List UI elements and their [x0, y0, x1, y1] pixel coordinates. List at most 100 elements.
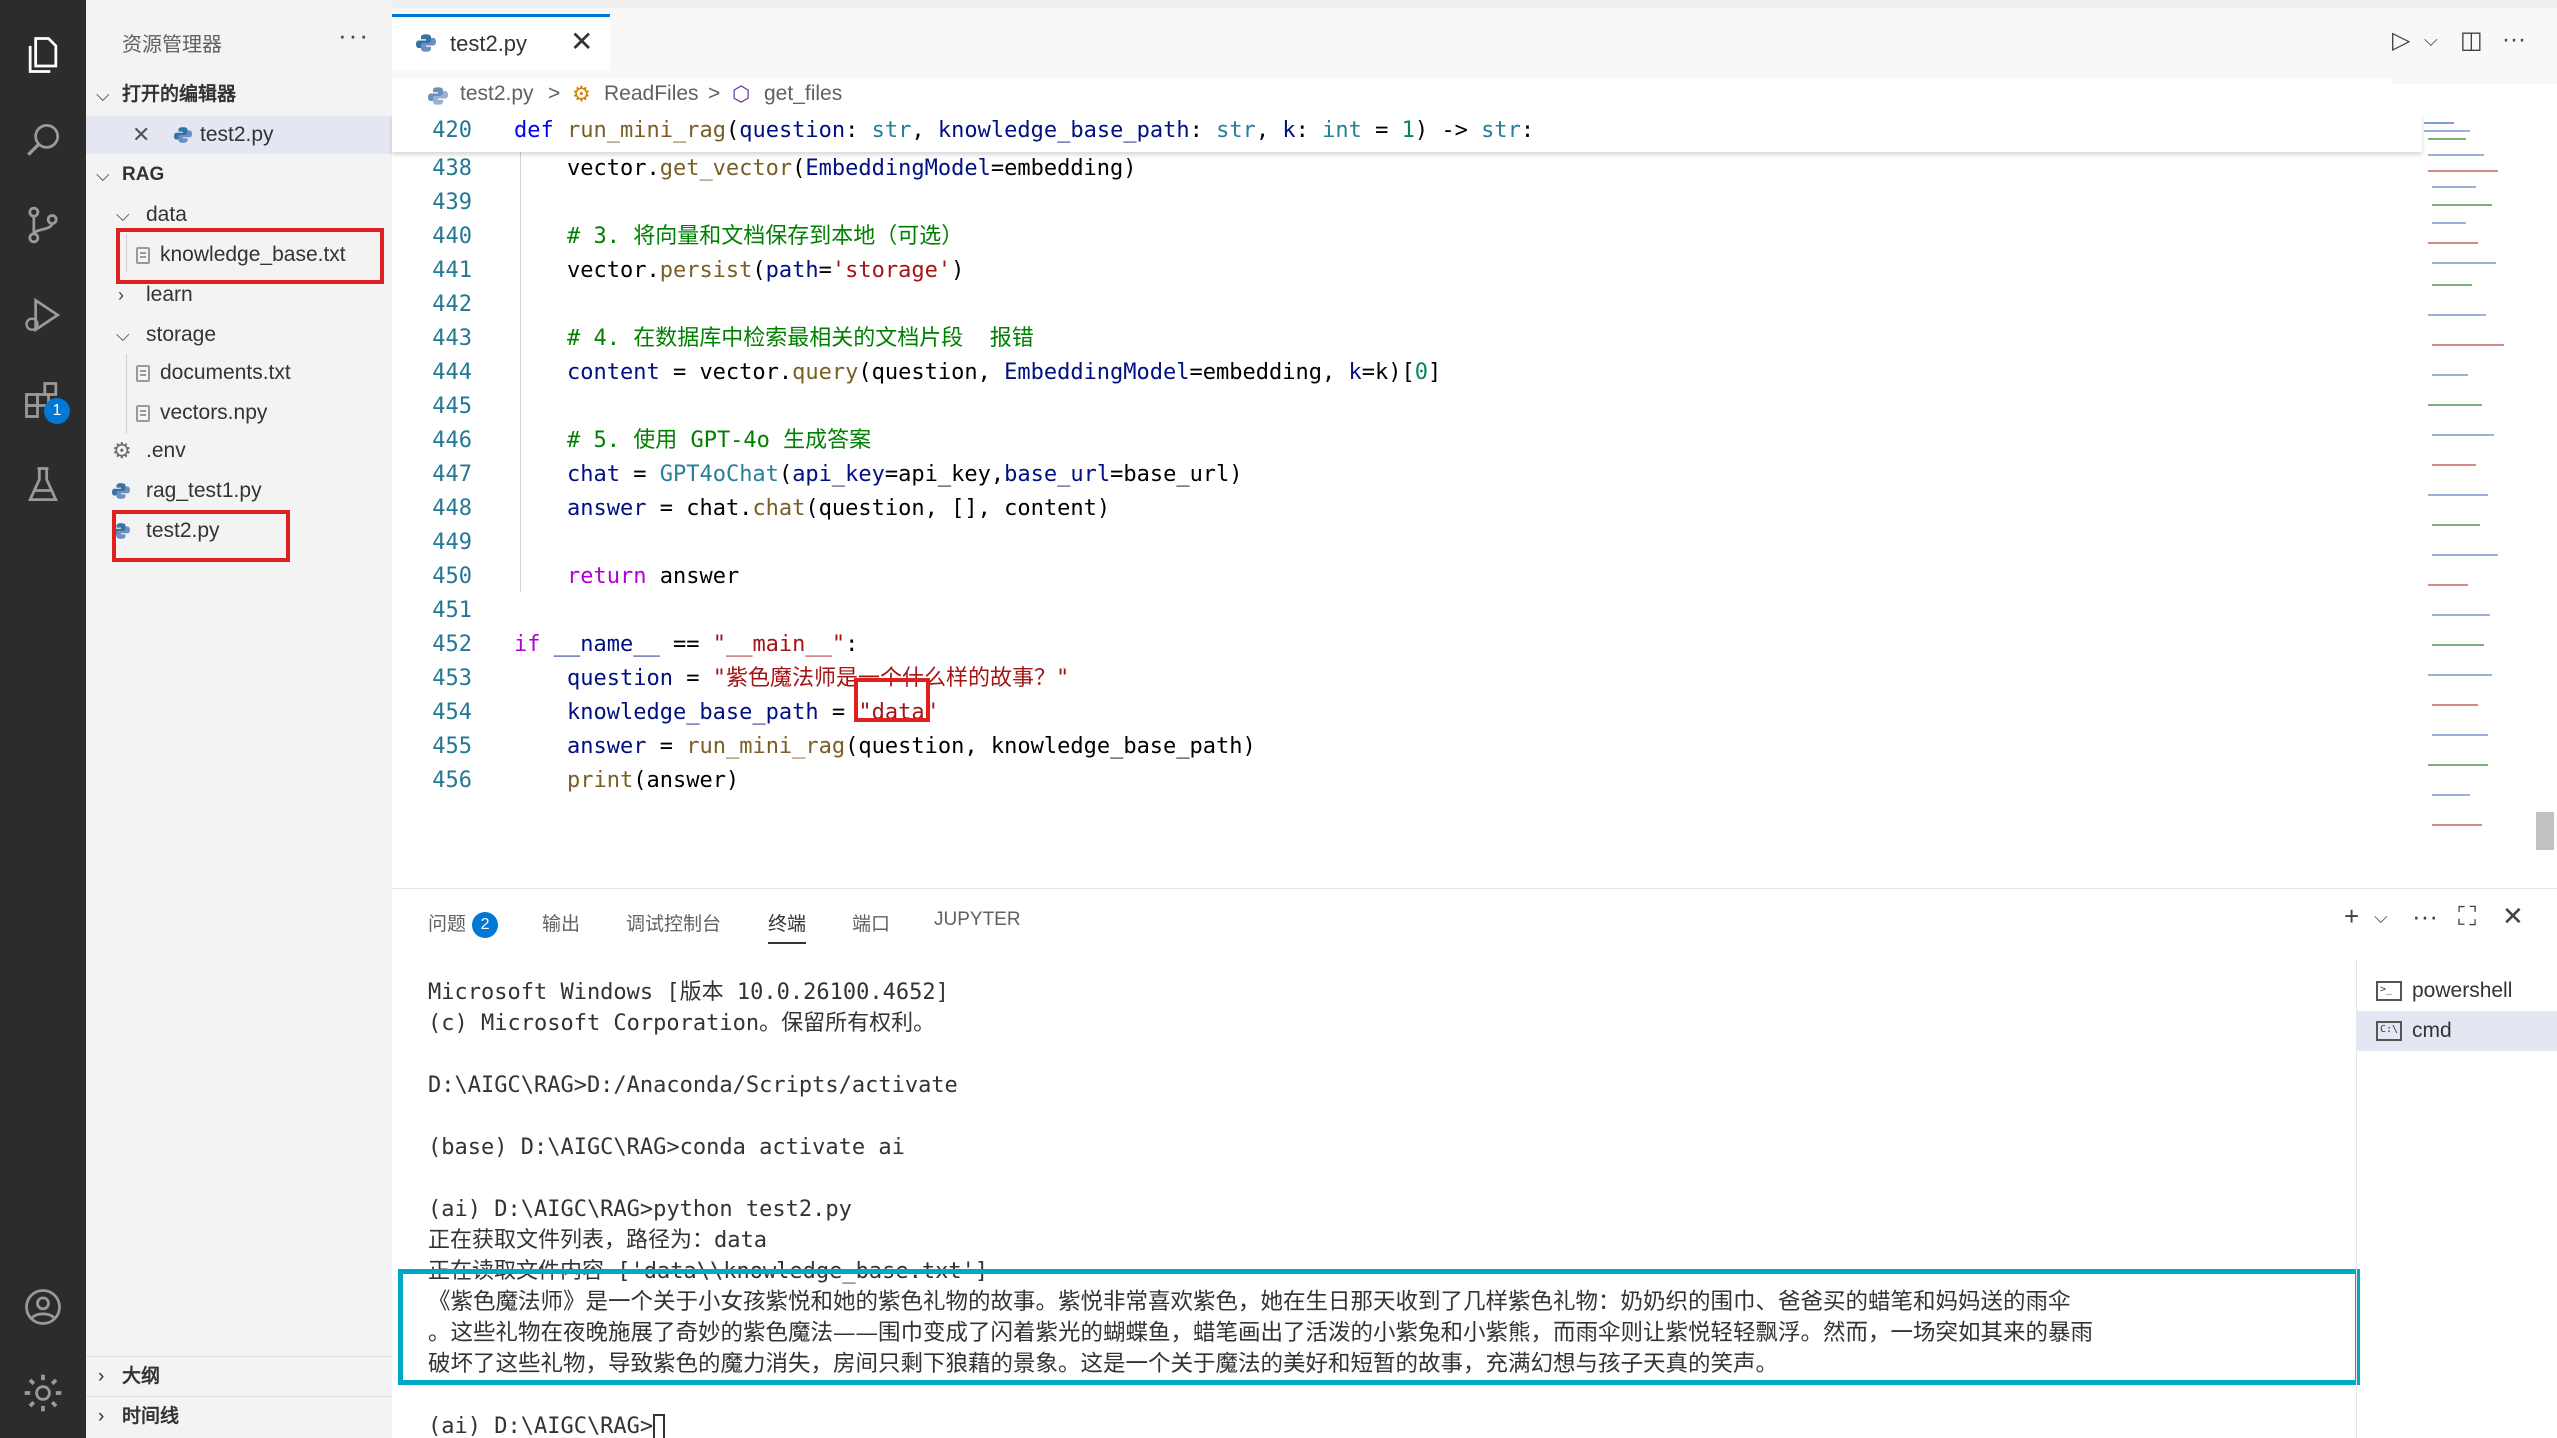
tab-jupyter[interactable]: JUPYTER	[934, 909, 1021, 931]
bottom-panel: 问题 2 输出 调试控制台 终端 端口 JUPYTER + ⌵ ··· ⛶ ✕ M…	[392, 888, 2557, 1438]
code-line: # 3. 将向量和文档保存到本地（可选）	[514, 224, 964, 249]
method-icon: ⬡	[732, 83, 751, 106]
line-number: 451	[432, 598, 472, 623]
terminal-list-powershell[interactable]: >_ powershell	[2356, 971, 2557, 1011]
split-editor-icon[interactable]: ◫	[2460, 26, 2483, 55]
problems-label: 问题	[428, 914, 467, 935]
explorer-icon[interactable]	[18, 30, 68, 80]
run-icon[interactable]: ▷	[2392, 26, 2410, 55]
code-line: chat = GPT4oChat(api_key=api_key,base_ur…	[566, 462, 1243, 487]
tab-label: test2.py	[450, 31, 528, 56]
terminal-name: powershell	[2412, 979, 2513, 1002]
line-number: 440	[432, 224, 472, 249]
highlight-answer-output	[398, 1269, 2360, 1385]
tab-terminal[interactable]: 终端	[768, 909, 807, 944]
line-number: 450	[432, 564, 472, 589]
code-editor[interactable]: 438 vector.get_vector(EmbeddingModel=emb…	[392, 114, 2522, 884]
line-number: 441	[432, 258, 472, 283]
new-terminal-icon[interactable]: +	[2344, 901, 2359, 932]
explorer-more-button[interactable]: ···	[338, 20, 370, 51]
tab-close-icon[interactable]: ✕	[570, 25, 593, 58]
line-number: 448	[432, 496, 472, 521]
code-line: # 5. 使用 GPT-4o 生成答案	[514, 428, 872, 453]
tree-folder-storage[interactable]: ⌵ storage	[86, 316, 392, 354]
text-file-icon	[136, 365, 150, 382]
more-actions-icon[interactable]: ···	[2502, 26, 2526, 54]
line-number: 444	[432, 360, 472, 385]
folder-label: storage	[146, 323, 217, 346]
minimap[interactable]	[2420, 114, 2530, 854]
line-number: 456	[432, 768, 472, 793]
breadcrumb: test2.py > ⚙ ReadFiles > ⬡ get_files	[392, 78, 2392, 114]
tree-file-env[interactable]: ⚙ .env	[86, 432, 392, 470]
chevron-right-icon: ›	[98, 1406, 105, 1427]
terminal-cursor	[653, 1414, 666, 1438]
breadcrumb-method[interactable]: get_files	[764, 82, 842, 106]
file-label: vectors.npy	[160, 401, 268, 424]
tree-file-vectors[interactable]: vectors.npy	[86, 394, 392, 432]
rag-project-section[interactable]: ⌵ RAG	[86, 156, 392, 194]
outline-label: 大纲	[122, 1366, 161, 1387]
class-icon: ⚙	[572, 83, 591, 106]
tab-problems[interactable]: 问题 2	[428, 909, 499, 938]
code-line: # 4. 在数据库中检索最相关的文档片段 报错	[514, 326, 1034, 351]
more-actions-icon[interactable]: ···	[2412, 901, 2438, 932]
open-editors-label: 打开的编辑器	[122, 84, 237, 105]
tree-file-rag-test1[interactable]: rag_test1.py	[86, 472, 392, 510]
run-debug-icon[interactable]	[18, 290, 68, 340]
file-label: .env	[146, 439, 186, 462]
code-line: vector.persist(path='storage')	[514, 258, 965, 283]
code-line: vector.get_vector(EmbeddingModel=embeddi…	[514, 156, 1137, 181]
chevron-right-icon: ›	[98, 1366, 105, 1387]
settings-gear-icon[interactable]	[18, 1368, 68, 1418]
chevron-down-icon[interactable]: ⌵	[2424, 30, 2438, 51]
line-number: 443	[432, 326, 472, 351]
highlight-knowledge-base	[116, 228, 384, 284]
activity-bar: 1	[0, 0, 86, 1438]
breadcrumb-class[interactable]: ReadFiles	[604, 82, 699, 106]
tree-file-documents[interactable]: documents.txt	[86, 354, 392, 392]
accounts-icon[interactable]	[18, 1282, 68, 1332]
chevron-down-icon: ⌵	[96, 85, 110, 105]
code-line: question = "紫色魔法师是一个什么样的故事？"	[566, 666, 1070, 691]
explorer-title: 资源管理器	[122, 34, 222, 56]
testing-icon[interactable]	[18, 460, 68, 510]
open-editor-item[interactable]: ✕ test2.py	[86, 116, 392, 154]
highlight-test2	[112, 510, 290, 562]
timeline-section[interactable]: › 时间线	[86, 1396, 392, 1436]
highlight-data-string	[854, 678, 930, 722]
tab-output[interactable]: 输出	[542, 909, 580, 936]
tab-ports[interactable]: 端口	[852, 909, 890, 936]
terminal-list-cmd[interactable]: C:\ cmd	[2356, 1011, 2557, 1051]
explorer-sidebar: 资源管理器 ··· ⌵ 打开的编辑器 ✕ test2.py ⌵ RAG ⌵ da…	[86, 0, 392, 1438]
editor-scrollbar-thumb[interactable]	[2536, 812, 2554, 850]
problems-count-badge: 2	[472, 911, 499, 938]
close-panel-icon[interactable]: ✕	[2502, 901, 2524, 932]
chevron-down-icon[interactable]: ⌵	[2374, 907, 2388, 928]
terminal-line: (c) Microsoft Corporation。保留所有权利。	[428, 1011, 936, 1036]
close-icon[interactable]: ✕	[132, 116, 150, 154]
maximize-panel-icon[interactable]: ⛶	[2458, 901, 2476, 933]
open-editors-section[interactable]: ⌵ 打开的编辑器	[86, 76, 392, 114]
code-line: content = vector.query(question, Embeddi…	[566, 360, 1442, 385]
python-file-icon	[428, 87, 448, 105]
breadcrumb-separator: >	[548, 82, 561, 105]
tab-debug-console[interactable]: 调试控制台	[626, 909, 721, 936]
breadcrumb-separator: >	[708, 82, 721, 105]
breadcrumb-file[interactable]: test2.py	[460, 82, 534, 106]
terminal-line: (base) D:\AIGC\RAG>conda activate ai	[428, 1135, 905, 1160]
tab-test2[interactable]: test2.py ✕	[392, 14, 610, 70]
search-icon[interactable]	[18, 115, 68, 165]
line-number: 447	[432, 462, 472, 487]
terminal-prompt[interactable]: (ai) D:\AIGC\RAG>	[428, 1411, 666, 1438]
line-number: 452	[432, 632, 472, 657]
line-number: 438	[432, 156, 472, 181]
line-number: 439	[432, 190, 472, 215]
line-number: 454	[432, 700, 472, 725]
source-control-icon[interactable]	[18, 200, 68, 250]
line-number: 453	[432, 666, 472, 691]
line-number: 445	[432, 394, 472, 419]
terminal-line: 正在获取文件列表，路径为：data	[428, 1228, 767, 1253]
project-label: RAG	[122, 164, 165, 185]
outline-section[interactable]: › 大纲	[86, 1356, 392, 1396]
